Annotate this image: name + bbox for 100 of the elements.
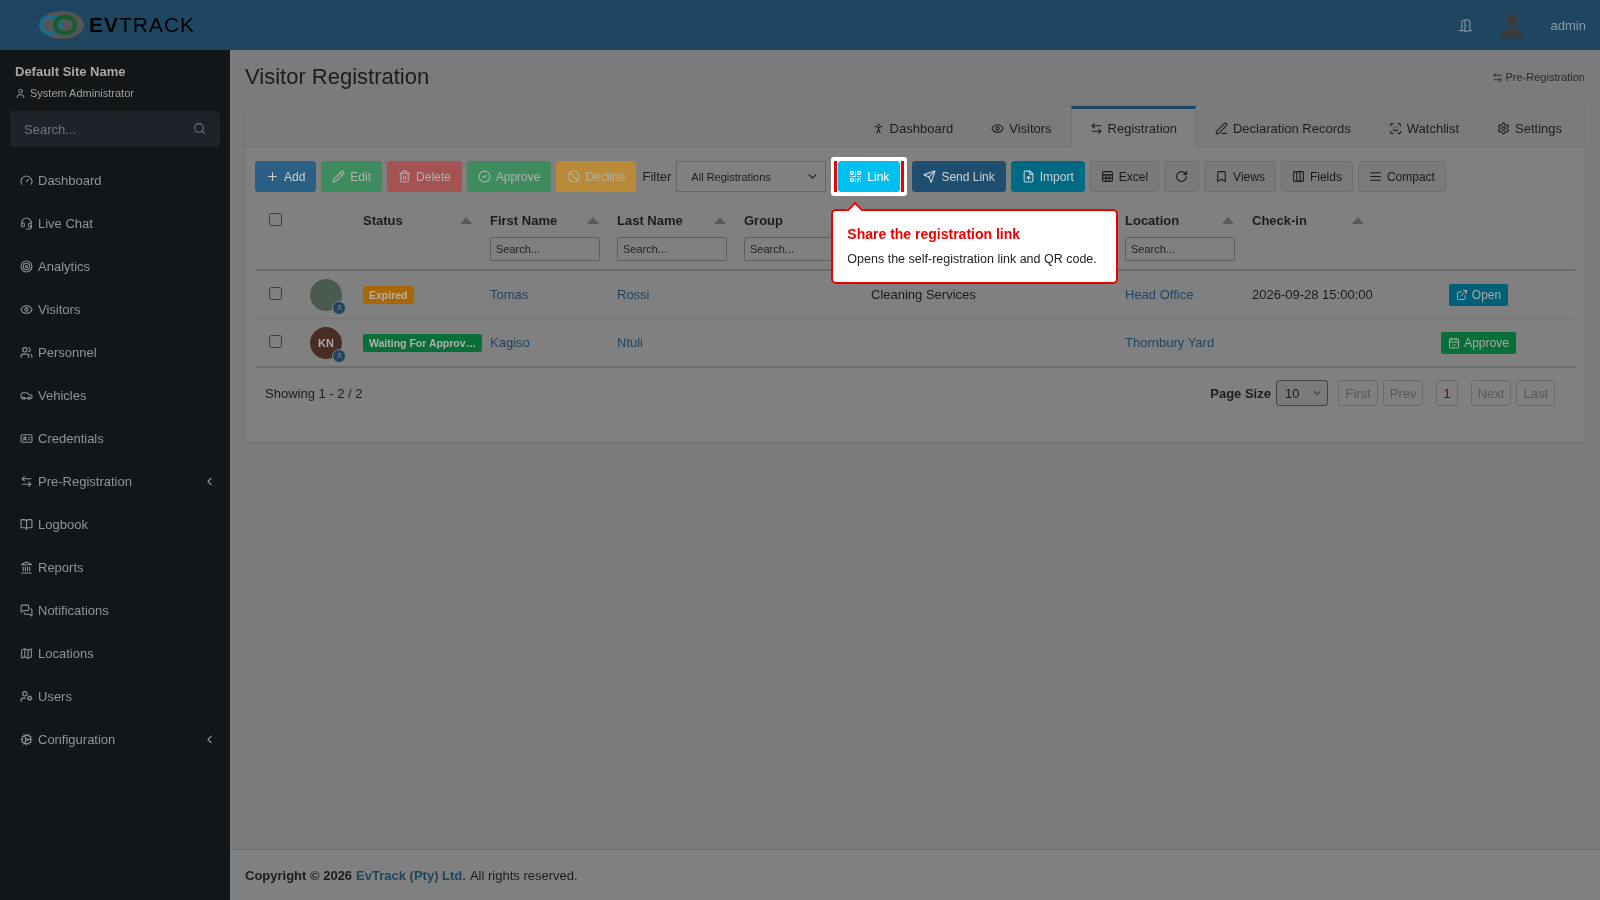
tab[interactable]: Visitors — [972, 106, 1071, 147]
page-title: Visitor Registration — [245, 64, 430, 90]
refresh-icon — [1175, 170, 1189, 183]
sidebar-item[interactable]: Pre-Registration — [0, 460, 230, 503]
refresh-button[interactable] — [1164, 161, 1200, 192]
sidebar-item[interactable]: Personnel — [0, 331, 230, 374]
send-button[interactable]: Send Link — [912, 161, 1006, 192]
sort-icon[interactable] — [1352, 216, 1364, 224]
page-size-label: Page Size — [1210, 385, 1271, 401]
ban-icon — [567, 170, 581, 183]
column-header: Status — [363, 212, 403, 228]
link-button[interactable]: Link — [838, 161, 901, 192]
gauge-icon — [20, 174, 33, 187]
scan-icon — [1388, 122, 1402, 135]
import-button[interactable]: Import — [1010, 161, 1085, 192]
approve-button[interactable]: Approve — [1441, 331, 1516, 354]
external-link-icon — [1455, 288, 1468, 301]
table-link[interactable]: Ntuli — [617, 335, 643, 350]
person-icon — [335, 352, 343, 359]
status-badge: Waiting For Approv… — [363, 333, 483, 352]
book-icon — [20, 518, 33, 531]
pen-icon — [1215, 122, 1228, 135]
sidebar-search-field[interactable]: Search... — [10, 111, 220, 147]
sort-icon[interactable] — [714, 216, 726, 224]
filter-select[interactable]: All Registrations — [676, 161, 827, 192]
filter-label: Filter — [642, 169, 672, 184]
tab[interactable]: Registration — [1070, 106, 1196, 147]
car-icon — [20, 389, 33, 402]
status-badge: Expired — [363, 285, 414, 304]
id-card-icon — [20, 432, 33, 445]
sidebar-item[interactable]: Vehicles — [0, 374, 230, 417]
user-name[interactable]: admin — [1550, 17, 1586, 33]
sidebar-item[interactable]: Dashboard — [0, 159, 230, 202]
tab[interactable]: Watchlist — [1369, 106, 1478, 147]
row-checkbox[interactable] — [269, 334, 282, 348]
sidebar-item[interactable]: Logbook — [0, 503, 230, 546]
site-name: Default Site Name — [15, 64, 127, 79]
compact-button[interactable]: Compact — [1357, 161, 1446, 192]
sidebar-item[interactable]: Locations — [0, 632, 230, 675]
copyright-text: Copyright © 2026 — [245, 867, 353, 883]
table-link[interactable]: Head Office — [1125, 287, 1194, 302]
page-size-select[interactable]: 10 — [1275, 380, 1329, 406]
user-role: System Administrator — [30, 87, 134, 99]
table-cell: Cleaning Services — [871, 287, 976, 302]
table-cell: 2026-09-28 15:00:00 — [1252, 287, 1373, 302]
views-button[interactable]: Views — [1204, 161, 1276, 192]
file-upload-icon — [1021, 170, 1035, 183]
column-header: Last Name — [617, 212, 683, 228]
avatar-icon[interactable] — [1498, 12, 1525, 38]
column-search-field[interactable]: Search... — [490, 237, 600, 261]
sidebar-item[interactable]: Users — [0, 675, 230, 718]
sidebar-item[interactable]: Notifications — [0, 589, 230, 632]
sort-icon[interactable] — [587, 216, 599, 224]
brand-name: EVTRACK — [88, 13, 196, 37]
column-search-field[interactable]: Search... — [1125, 237, 1235, 261]
fields-button[interactable]: Fields — [1280, 161, 1353, 192]
pager-button[interactable]: 1 — [1436, 380, 1458, 406]
sort-icon[interactable] — [460, 216, 472, 224]
row-checkbox[interactable] — [269, 286, 282, 300]
column-search-field[interactable]: Search... — [617, 237, 727, 261]
sidebar-item[interactable]: Live Chat — [0, 202, 230, 245]
door-icon[interactable] — [1457, 17, 1473, 33]
breadcrumb-link[interactable]: Pre-Registration — [1491, 71, 1585, 83]
sidebar-item[interactable]: Visitors — [0, 288, 230, 331]
table-link[interactable]: Tomas — [490, 287, 529, 302]
excel-button[interactable]: Excel — [1089, 161, 1160, 192]
search-icon — [193, 122, 206, 135]
column-header: Check-in — [1252, 212, 1307, 228]
sort-icon[interactable] — [1222, 216, 1234, 224]
pencil-icon — [332, 170, 346, 183]
open-button[interactable]: Open — [1448, 283, 1509, 306]
sidebar-item[interactable]: Analytics — [0, 245, 230, 288]
table-link[interactable]: Thornbury Yard — [1125, 335, 1215, 350]
column-header: Group — [744, 212, 783, 228]
calendar-check-icon — [1448, 336, 1461, 349]
tab[interactable]: Declaration Records — [1196, 106, 1370, 147]
columns-icon — [1291, 170, 1305, 183]
table-link[interactable]: Kagiso — [490, 335, 530, 350]
users-icon — [20, 346, 33, 359]
lines-icon — [1368, 170, 1382, 183]
target-icon — [20, 260, 33, 273]
select-all-checkbox[interactable] — [269, 213, 282, 226]
table-link[interactable]: Rossi — [617, 287, 650, 302]
company-link[interactable]: EvTrack (Pty) Ltd. — [356, 867, 466, 883]
tab[interactable]: Settings — [1478, 106, 1581, 147]
arrows-icon — [1089, 122, 1103, 135]
arrows-icon — [20, 475, 33, 488]
sidebar-item[interactable]: Configuration — [0, 718, 230, 761]
user-icon — [15, 87, 26, 99]
column-header: Location — [1125, 212, 1180, 228]
user-gear-icon — [20, 690, 33, 703]
eye-icon — [991, 122, 1005, 135]
arrows-icon — [1491, 71, 1503, 83]
add-button[interactable]: Add — [255, 161, 317, 192]
sidebar-item[interactable]: Credentials — [0, 417, 230, 460]
sidebar-item[interactable]: Reports — [0, 546, 230, 589]
tab[interactable]: Dashboard — [852, 106, 973, 147]
check-circle-icon — [477, 170, 491, 183]
eye-icon — [20, 303, 33, 316]
person-icon — [335, 304, 343, 311]
